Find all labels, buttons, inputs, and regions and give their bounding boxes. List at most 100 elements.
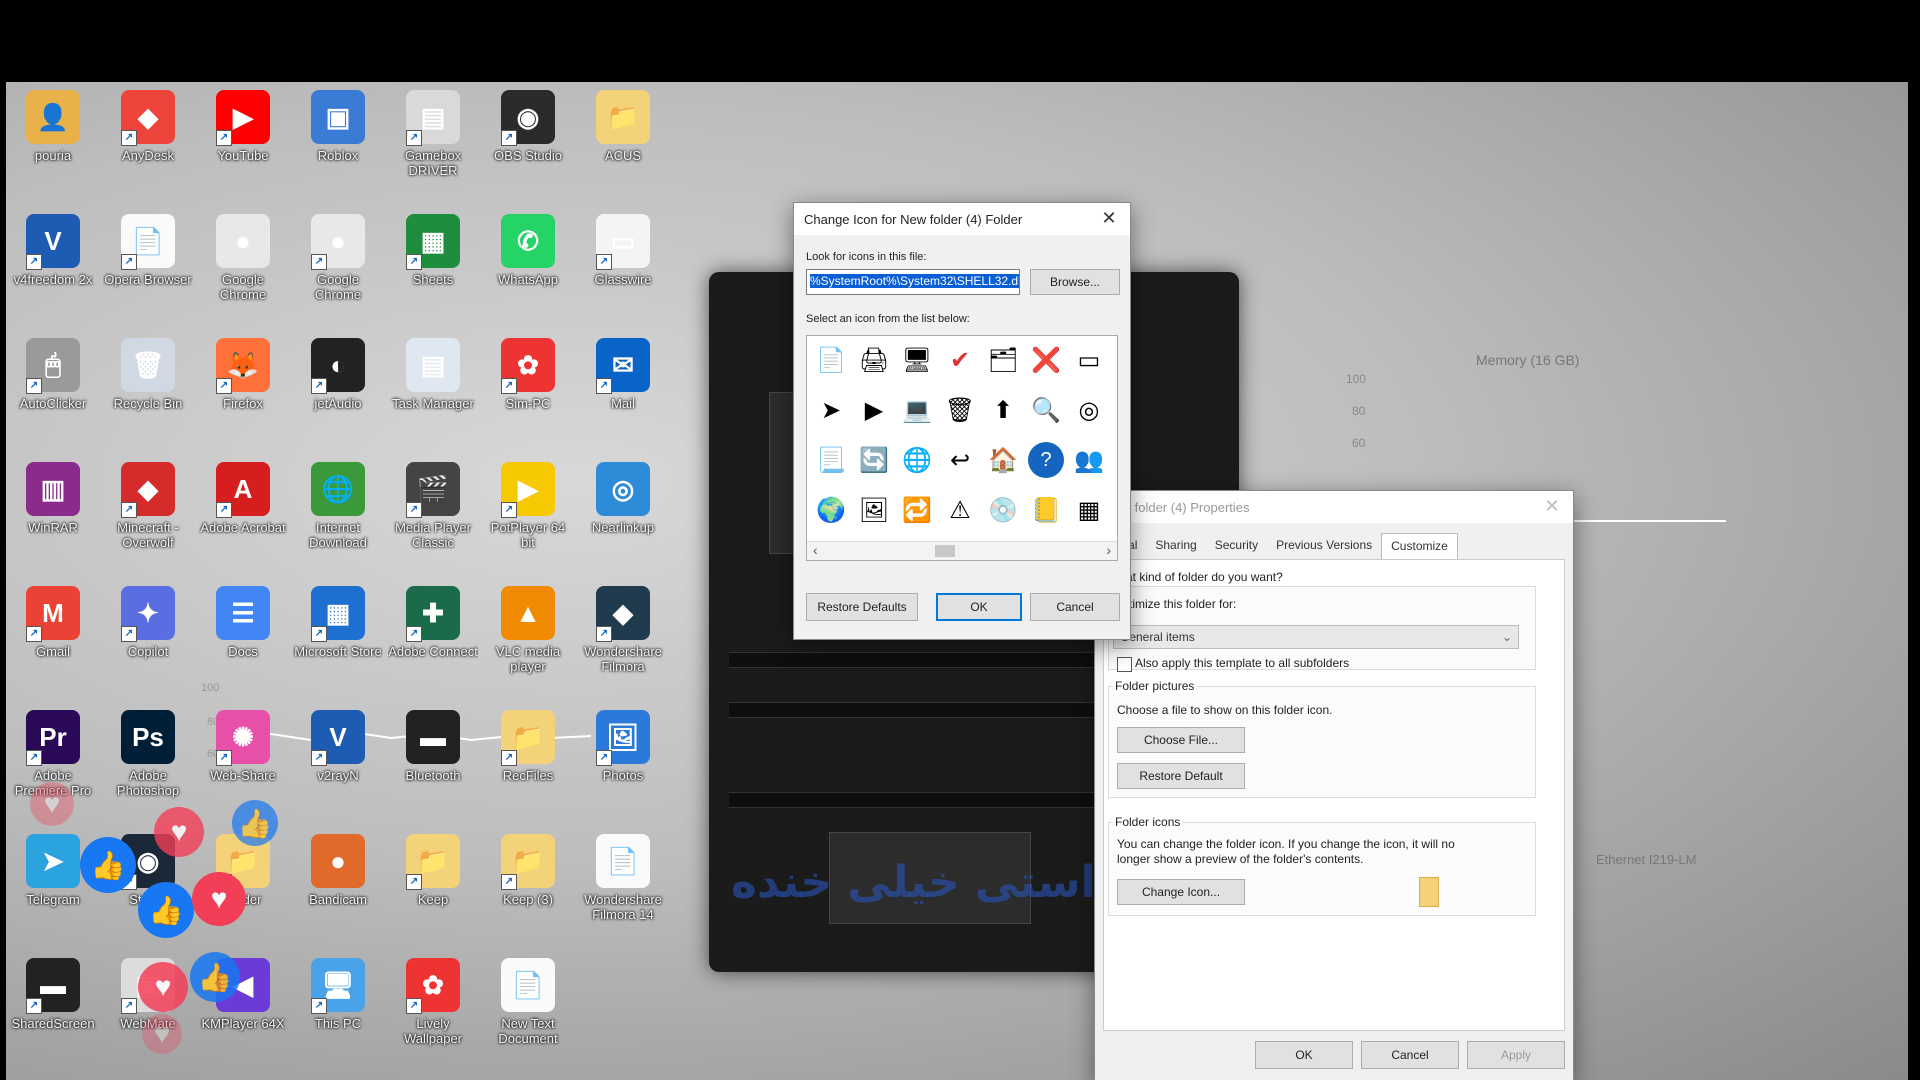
desktop-icon[interactable]: 🖼 ↗ Photos: [578, 710, 668, 800]
desktop-icon[interactable]: Ps Adobe Photoshop: [103, 710, 193, 800]
icon-choice[interactable]: 🌐: [899, 442, 935, 478]
icon-choice[interactable]: ↩: [942, 442, 978, 478]
desktop-icon[interactable]: ✆ WhatsApp: [483, 214, 573, 304]
desktop-icon[interactable]: M ↗ Gmail: [8, 586, 98, 676]
desktop-icon[interactable]: 👤 pouria: [8, 90, 98, 180]
desktop-icon[interactable]: ▥ WinRAR: [8, 462, 98, 552]
desktop-icon[interactable]: ▭ ↗ Glasswire: [578, 214, 668, 304]
icon-choice[interactable]: 🔄: [856, 442, 892, 478]
desktop-icon[interactable]: 📁 ACUS: [578, 90, 668, 180]
icon-choice[interactable]: 🖥: [899, 342, 935, 378]
desktop-icon[interactable]: A ↗ Adobe Acrobat: [198, 462, 288, 552]
icon-choice[interactable]: 🗂: [985, 342, 1021, 378]
restore-default-button[interactable]: Restore Default: [1117, 763, 1245, 789]
close-icon[interactable]: ✕: [1541, 496, 1563, 517]
icon-choice[interactable]: 💿: [985, 492, 1021, 528]
icon-choice[interactable]: 📃: [813, 442, 849, 478]
desktop-icon[interactable]: 🌐 Internet Download: [293, 462, 383, 552]
desktop-icon[interactable]: 📁 ↗ Keep: [388, 834, 478, 924]
icon-choice[interactable]: ▶: [856, 392, 892, 428]
desktop-icon[interactable]: ▲ VLC media player: [483, 586, 573, 676]
properties-apply-button[interactable]: Apply: [1467, 1041, 1565, 1069]
tab-sharing[interactable]: Sharing: [1146, 533, 1205, 559]
icon-choice[interactable]: ⬆: [985, 392, 1021, 428]
icon-choice[interactable]: ▦: [1071, 492, 1107, 528]
tab-security[interactable]: Security: [1206, 533, 1267, 559]
desktop-icon[interactable]: ▬ ↗ SharedScreen: [8, 958, 98, 1048]
icon-choice[interactable]: 📒: [1028, 492, 1064, 528]
desktop-icon[interactable]: ▶ ↗ YouTube: [198, 90, 288, 180]
icon-choice[interactable]: 🔍: [1028, 392, 1064, 428]
desktop-icon[interactable]: ▬ Bluetooth: [388, 710, 478, 800]
desktop-icon[interactable]: ✚ ↗ Adobe Connect: [388, 586, 478, 676]
icon-choice[interactable]: ❌: [1028, 342, 1064, 378]
icon-choice[interactable]: 🏠: [985, 442, 1021, 478]
close-icon[interactable]: ✕: [1098, 208, 1120, 229]
desktop-icon[interactable]: ▣ Roblox: [293, 90, 383, 180]
browse-button[interactable]: Browse...: [1030, 269, 1120, 295]
change-icon-button[interactable]: Change Icon...: [1117, 879, 1245, 905]
desktop-icon[interactable]: ◆ ↗ AnyDesk: [103, 90, 193, 180]
desktop-icon[interactable]: ◉ ↗ OBS Studio: [483, 90, 573, 180]
desktop-icon[interactable]: ● Bandicam: [293, 834, 383, 924]
desktop-icon[interactable]: 📄 New Text Document: [483, 958, 573, 1048]
scroll-right-icon[interactable]: ›: [1106, 542, 1111, 558]
desktop-icon[interactable]: ✿ ↗ Sim-PC: [483, 338, 573, 428]
restore-defaults-button[interactable]: Restore Defaults: [806, 593, 918, 621]
desktop-icon[interactable]: ● Google Chrome: [198, 214, 288, 304]
icon-list-scrollbar[interactable]: ‹ ›: [807, 541, 1117, 560]
tab-previous-versions[interactable]: Previous Versions: [1267, 533, 1381, 559]
desktop-icon[interactable]: 📁 ↗ RecFiles: [483, 710, 573, 800]
change-icon-cancel-button[interactable]: Cancel: [1030, 593, 1120, 621]
scroll-thumb[interactable]: [935, 545, 955, 557]
icon-choice[interactable]: 🖼: [856, 492, 892, 528]
icon-choice[interactable]: 📄: [813, 342, 849, 378]
desktop-icon[interactable]: 📄 Wondershare Filmora 14: [578, 834, 668, 924]
icon-choice[interactable]: ▭: [1071, 342, 1107, 378]
desktop-icon[interactable]: ▤ Task Manager: [388, 338, 478, 428]
properties-ok-button[interactable]: OK: [1255, 1041, 1353, 1069]
desktop-icon[interactable]: ◐ ↗ jetAudio: [293, 338, 383, 428]
icon-choice[interactable]: 🔁: [899, 492, 935, 528]
scroll-left-icon[interactable]: ‹: [813, 542, 818, 558]
icon-choice[interactable]: 🖨: [856, 342, 892, 378]
desktop-icon[interactable]: ▦ ↗ Microsoft Store: [293, 586, 383, 676]
desktop-icon[interactable]: V ↗ v2rayN: [293, 710, 383, 800]
optimize-select[interactable]: General items ⌄: [1113, 625, 1519, 649]
desktop-icon[interactable]: ◎ Nearlinkup: [578, 462, 668, 552]
icon-choice[interactable]: ?: [1028, 442, 1064, 478]
desktop-icon[interactable]: ✿ ↗ Lively Wallpaper: [388, 958, 478, 1048]
choose-file-button[interactable]: Choose File...: [1117, 727, 1245, 753]
icon-choice[interactable]: 🌍: [813, 492, 849, 528]
desktop-icon[interactable]: ✉ ↗ Mail: [578, 338, 668, 428]
desktop-icon[interactable]: ▤ ↗ Gamebox DRIVER: [388, 90, 478, 180]
icon-choice[interactable]: 💻: [899, 392, 935, 428]
desktop-icon[interactable]: 🖥 ↗ This PC: [293, 958, 383, 1048]
file-path-input[interactable]: %SystemRoot%\System32\SHELL32.dll: [806, 269, 1020, 295]
icon-choice[interactable]: 👥: [1071, 442, 1107, 478]
desktop-icon[interactable]: ● ↗ Google Chrome: [293, 214, 383, 304]
apply-template-checkbox[interactable]: [1117, 657, 1132, 672]
desktop-icon[interactable]: ✺ ↗ Web-Share: [198, 710, 288, 800]
desktop-icon[interactable]: 🦊 ↗ Firefox: [198, 338, 288, 428]
tab-customize[interactable]: Customize: [1381, 533, 1458, 559]
desktop-icon[interactable]: ✦ ↗ Copilot: [103, 586, 193, 676]
desktop-icon[interactable]: 📄 ↗ Opera Browser: [103, 214, 193, 304]
desktop-icon[interactable]: 🗑 Recycle Bin: [103, 338, 193, 428]
icon-choice[interactable]: ◎: [1071, 392, 1107, 428]
icon-choice[interactable]: ⚠: [942, 492, 978, 528]
desktop-icon[interactable]: 🖱 ↗ AutoClicker: [8, 338, 98, 428]
desktop-icon[interactable]: ◆ ↗ Wondershare Filmora: [578, 586, 668, 676]
desktop-icon[interactable]: ◆ ↗ Minecraft - Overwolf: [103, 462, 193, 552]
icon-choice[interactable]: ➤: [813, 392, 849, 428]
desktop-icon[interactable]: 🎬 ↗ Media Player Classic: [388, 462, 478, 552]
desktop-icon[interactable]: ☰ Docs: [198, 586, 288, 676]
desktop-icon[interactable]: ▦ ↗ Sheets: [388, 214, 478, 304]
change-icon-titlebar[interactable]: Change Icon for New folder (4) Folder ✕: [794, 203, 1130, 235]
desktop-icon[interactable]: V ↗ v4freedom 2x: [8, 214, 98, 304]
icon-list[interactable]: ‹ › 📄 🖨 🖥 ✔ 🗂 ❌ ▭ ➤ ▶ 💻 🗑 ⬆ 🔍 ◎ 📃 🔄 🌐 ↩ 🏠? 👥 🌍 🖼 🔁 ⚠ 💿 📒 ▦: [806, 335, 1118, 561]
desktop-icon[interactable]: ▶ ↗ PotPlayer 64 bit: [483, 462, 573, 552]
desktop-icon[interactable]: 📁 ↗ Keep (3): [483, 834, 573, 924]
icon-choice[interactable]: 🗑: [942, 392, 978, 428]
properties-cancel-button[interactable]: Cancel: [1361, 1041, 1459, 1069]
